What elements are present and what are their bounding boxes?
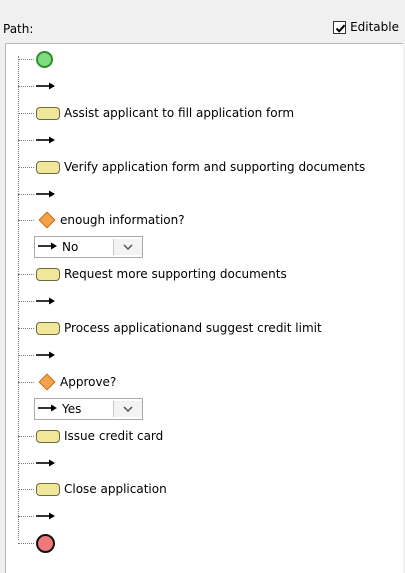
- path-label: Path:: [3, 22, 34, 36]
- tree-branch-line: [18, 382, 34, 383]
- end-event-icon[interactable]: [36, 533, 55, 553]
- branch-choice-select[interactable]: No: [34, 236, 143, 258]
- sequence-arrow-icon[interactable]: [36, 81, 56, 91]
- tree-branch-line: [18, 328, 34, 329]
- tree-branch-line: [18, 140, 34, 141]
- chevron-down-icon[interactable]: [113, 401, 142, 417]
- tree-branch-line: [18, 436, 34, 437]
- tree-branch-line: [18, 463, 34, 464]
- sequence-arrow-icon: [38, 402, 58, 416]
- branch-choice-select[interactable]: Yes: [34, 398, 143, 420]
- tree-branch-line: [18, 167, 34, 168]
- sequence-arrow-icon[interactable]: [36, 135, 56, 145]
- task-label[interactable]: Verify application form and supporting d…: [64, 160, 365, 174]
- checkbox-check-icon[interactable]: [333, 20, 347, 34]
- path-row-end[interactable]: [18, 532, 398, 554]
- gateway-diamond-icon[interactable]: [38, 373, 56, 391]
- tree-branch-line: [18, 59, 34, 60]
- task-label[interactable]: Close application: [64, 482, 167, 496]
- path-header: Path: Editable: [0, 0, 405, 40]
- path-row-choice[interactable]: No: [18, 236, 398, 258]
- sequence-arrow-icon[interactable]: [36, 296, 56, 306]
- path-row-task[interactable]: Assist applicant to fill application for…: [18, 102, 398, 124]
- gateway-label[interactable]: Approve?: [60, 375, 116, 389]
- tree-branch-line: [18, 489, 34, 490]
- path-row-flow[interactable]: [18, 75, 398, 97]
- sequence-arrow-icon[interactable]: [36, 189, 56, 199]
- tree-branch-line: [18, 355, 34, 356]
- branch-choice-value: No: [62, 240, 79, 254]
- sequence-arrow-icon[interactable]: [36, 458, 56, 468]
- task-label[interactable]: Assist applicant to fill application for…: [64, 106, 294, 120]
- path-row-task[interactable]: Process applicationand suggest credit li…: [18, 317, 398, 339]
- path-row-flow[interactable]: [18, 129, 398, 151]
- path-row-task[interactable]: Issue credit card: [18, 425, 398, 447]
- task-icon[interactable]: [36, 267, 60, 281]
- tree-branch-line: [18, 113, 34, 114]
- tree-branch-line: [18, 543, 34, 544]
- task-icon[interactable]: [36, 106, 60, 120]
- task-label[interactable]: Process applicationand suggest credit li…: [64, 321, 322, 335]
- gateway-label[interactable]: enough information?: [60, 213, 185, 227]
- path-row-flow[interactable]: [18, 452, 398, 474]
- chevron-down-icon[interactable]: [113, 239, 142, 255]
- path-row-flow[interactable]: [18, 344, 398, 366]
- path-row-task[interactable]: Close application: [18, 478, 398, 500]
- editable-label: Editable: [350, 20, 399, 34]
- gateway-diamond-icon[interactable]: [38, 211, 56, 229]
- path-row-flow[interactable]: [18, 183, 398, 205]
- path-row-start[interactable]: [18, 48, 398, 70]
- path-row-flow[interactable]: [18, 290, 398, 312]
- tree-branch-line: [18, 86, 34, 87]
- tree-branch-line: [18, 194, 34, 195]
- path-row-gateway[interactable]: Approve?: [18, 371, 398, 393]
- path-row-choice[interactable]: Yes: [18, 398, 398, 420]
- start-event-icon[interactable]: [36, 50, 53, 68]
- task-label[interactable]: Request more supporting documents: [64, 267, 287, 281]
- task-icon[interactable]: [36, 429, 60, 443]
- task-label[interactable]: Issue credit card: [64, 429, 163, 443]
- task-icon[interactable]: [36, 482, 60, 496]
- tree-branch-line: [18, 220, 34, 221]
- sequence-arrow-icon[interactable]: [36, 511, 56, 521]
- sequence-arrow-icon[interactable]: [36, 350, 56, 360]
- tree-branch-line: [18, 274, 34, 275]
- task-icon[interactable]: [36, 160, 60, 174]
- path-row-task[interactable]: Verify application form and supporting d…: [18, 156, 398, 178]
- sequence-arrow-icon: [38, 240, 58, 254]
- branch-choice-value: Yes: [62, 402, 82, 416]
- path-row-gateway[interactable]: enough information?: [18, 209, 398, 231]
- tree-branch-line: [18, 516, 34, 517]
- path-row-flow[interactable]: [18, 505, 398, 527]
- tree-branch-line: [18, 301, 34, 302]
- task-icon[interactable]: [36, 321, 60, 335]
- editable-checkbox[interactable]: Editable: [333, 20, 399, 34]
- path-row-task[interactable]: Request more supporting documents: [18, 263, 398, 285]
